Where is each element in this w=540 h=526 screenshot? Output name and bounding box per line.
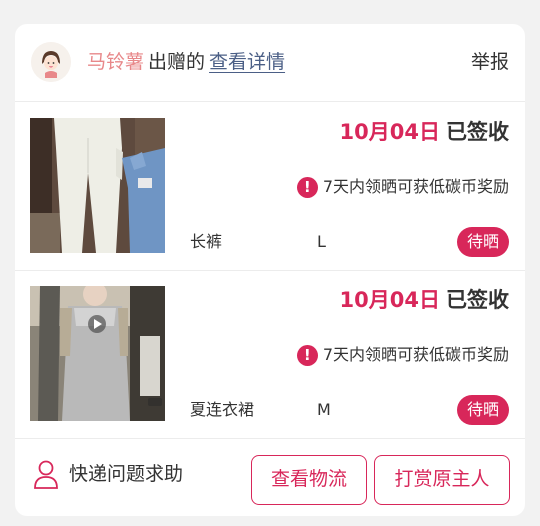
product-size: M xyxy=(317,400,331,419)
view-logistics-button[interactable]: 查看物流 xyxy=(251,455,367,505)
product-name: 长裤 xyxy=(190,232,223,251)
status-text: 已签收 xyxy=(446,120,509,144)
donor-line: 马铃薯 出赠的 查看详情 xyxy=(87,48,285,76)
dress-photo xyxy=(30,286,165,421)
view-details-link[interactable]: 查看详情 xyxy=(209,51,285,73)
avatar-illustration xyxy=(31,42,71,82)
list-item[interactable]: 10月04日 已签收 ! 7天内领晒可获低碳币奖励 夏连衣裙 M 待晒 xyxy=(15,271,525,439)
reward-notice: ! 7天内领晒可获低碳币奖励 xyxy=(296,175,509,199)
delivery-date: 10月04日 xyxy=(339,120,440,144)
pending-show-badge[interactable]: 待晒 xyxy=(456,227,509,257)
list-item[interactable]: 10月04日 已签收 ! 7天内领晒可获低碳币奖励 长裤 L 待晒 xyxy=(15,103,525,271)
avatar[interactable] xyxy=(31,42,71,82)
donation-card: 马铃薯 出赠的 查看详情 举报 10月04日 已签收 ! 7天内领晒可获低碳币奖励 xyxy=(15,24,525,516)
reward-notice-text: 7天内领晒可获低碳币奖励 xyxy=(322,345,509,364)
tip-original-owner-button[interactable]: 打赏原主人 xyxy=(374,455,510,505)
delivery-status: 10月04日 已签收 xyxy=(340,117,509,147)
product-image-trousers[interactable] xyxy=(30,118,165,253)
card-footer: 快递问题求助 查看物流 打赏原主人 xyxy=(15,439,525,516)
reward-notice: ! 7天内领晒可获低碳币奖励 xyxy=(296,343,509,367)
user-icon xyxy=(34,460,58,489)
donor-name[interactable]: 马铃薯 xyxy=(87,51,144,73)
product-image-dress[interactable] xyxy=(30,286,165,421)
delivery-help-label: 快递问题求助 xyxy=(69,463,184,485)
report-button[interactable]: 举报 xyxy=(471,48,509,76)
donation-header: 马铃薯 出赠的 查看详情 举报 xyxy=(15,24,525,102)
delivery-status: 10月04日 已签收 xyxy=(340,285,509,315)
product-name: 夏连衣裙 xyxy=(190,400,255,419)
exclamation-icon: ! xyxy=(296,176,318,198)
product-size: L xyxy=(317,232,326,251)
delivery-date: 10月04日 xyxy=(339,288,440,312)
delivery-help-link[interactable]: 快递问题求助 xyxy=(33,459,183,489)
trousers-photo xyxy=(30,118,165,253)
donor-verb: 出赠的 xyxy=(148,51,206,73)
reward-notice-text: 7天内领晒可获低碳币奖励 xyxy=(322,177,509,196)
status-text: 已签收 xyxy=(446,288,509,312)
pending-show-badge[interactable]: 待晒 xyxy=(456,395,509,425)
exclamation-icon: ! xyxy=(296,344,318,366)
